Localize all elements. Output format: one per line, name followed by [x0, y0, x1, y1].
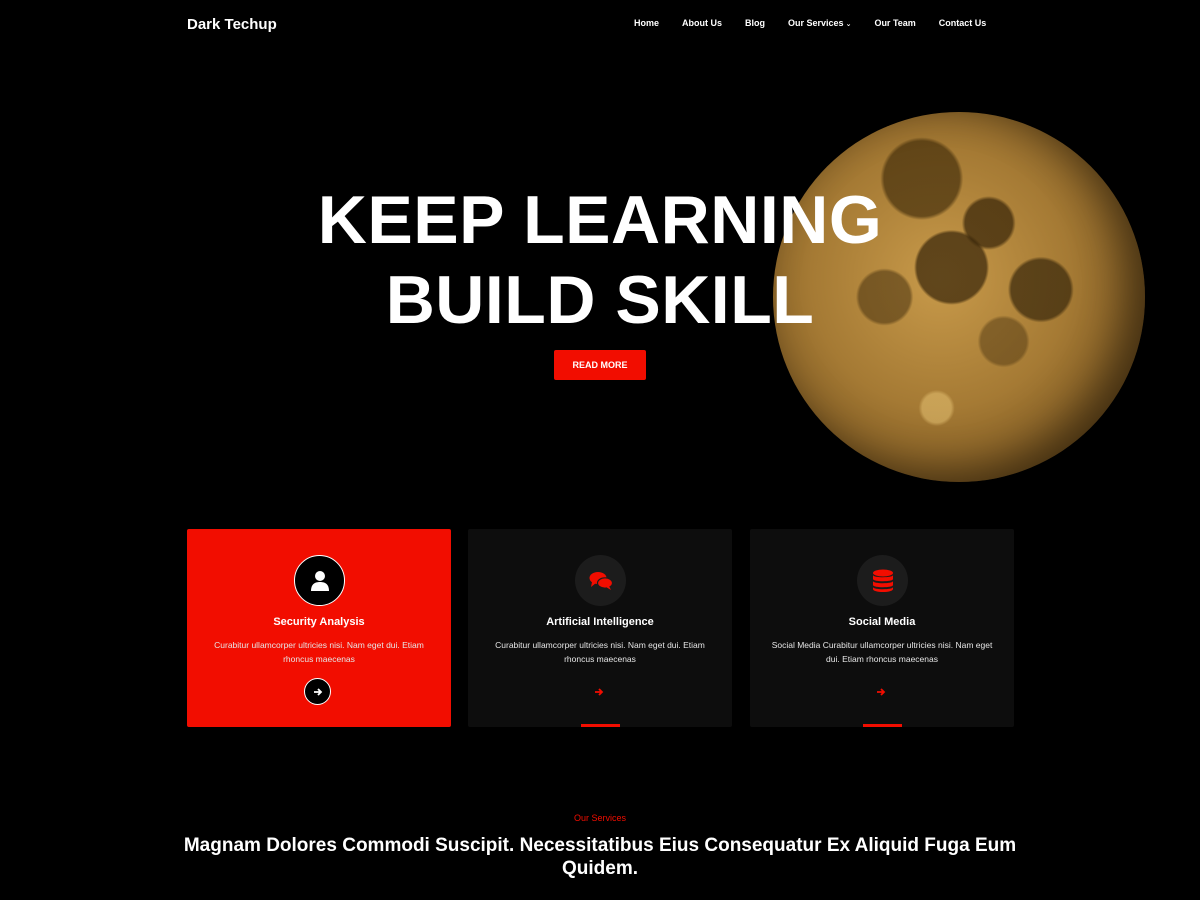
hero-title-line-2: BUILD SKILL — [385, 262, 815, 338]
nav-blog-label: Blog — [745, 18, 766, 28]
service-card-security-analysis[interactable]: Security Analysis Curabitur ullamcorper … — [187, 529, 451, 727]
site-header: Dark Techup Home About Us Blog Our Servi… — [0, 0, 1200, 50]
arrow-right-icon[interactable] — [867, 678, 894, 705]
card-title: Social Media — [848, 616, 916, 628]
card-text: Curabitur ullamcorper ultricies nisi. Na… — [214, 640, 424, 664]
hero-title-line-1: KEEP LEARNING — [317, 182, 883, 258]
section-label: Our Services — [573, 813, 626, 823]
hero-title: KEEP LEARNING BUILD SKILL — [0, 180, 1200, 340]
database-icon — [857, 555, 908, 606]
card-text: Social Media Curabitur ullamcorper ultri… — [771, 640, 993, 664]
nav-our-services[interactable]: Our Services ⌄ — [788, 18, 851, 28]
nav-our-team[interactable]: Our Team — [874, 18, 915, 28]
chevron-down-icon: ⌄ — [845, 21, 852, 28]
arrow-right-icon[interactable] — [585, 678, 612, 705]
nav-about-us[interactable]: About Us — [682, 18, 722, 28]
card-title: Security Analysis — [273, 616, 365, 628]
section-heading: Magnam Dolores Commodi Suscipit. Necessi… — [183, 835, 1017, 879]
nav-home[interactable]: Home — [634, 18, 659, 28]
user-icon — [294, 555, 345, 606]
service-card-artificial-intelligence[interactable]: Artificial Intelligence Curabitur ullamc… — [468, 529, 732, 727]
arrow-right-icon[interactable] — [304, 678, 331, 705]
card-title: Artificial Intelligence — [546, 616, 654, 628]
site-logo[interactable]: Dark Techup — [187, 16, 277, 33]
card-text: Curabitur ullamcorper ultricies nisi. Na… — [495, 640, 705, 664]
nav-home-label: Home — [634, 18, 660, 28]
read-more-button[interactable]: READ MORE — [554, 350, 646, 380]
card-underline — [581, 724, 620, 727]
nav-blog[interactable]: Blog — [745, 18, 765, 28]
main-nav: Home About Us Blog Our Services ⌄ Our Tea… — [634, 18, 986, 28]
nav-contact-us-label: Contact Us — [938, 18, 987, 28]
nav-our-services-label: Our Services — [788, 18, 844, 28]
nav-our-team-label: Our Team — [874, 18, 916, 28]
chat-bubbles-icon — [575, 555, 626, 606]
card-underline — [863, 724, 902, 727]
service-card-social-media[interactable]: Social Media Social Media Curabitur ulla… — [750, 529, 1014, 727]
nav-about-us-label: About Us — [682, 18, 723, 28]
nav-contact-us[interactable]: Contact Us — [939, 18, 987, 28]
